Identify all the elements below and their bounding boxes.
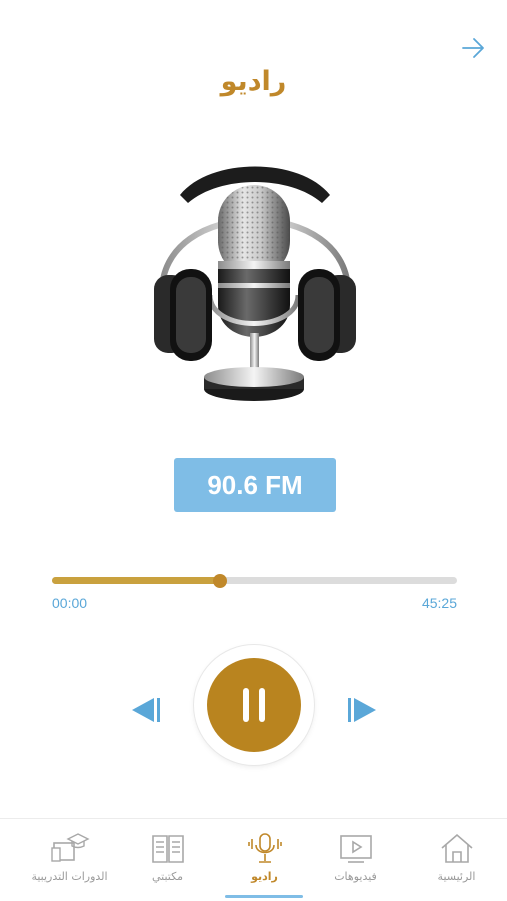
video-icon xyxy=(339,835,372,863)
active-tab-indicator xyxy=(225,895,303,898)
progress-track[interactable] xyxy=(52,573,457,588)
tab-radio[interactable]: راديو xyxy=(214,819,315,901)
microphone-headphones-illustration xyxy=(154,166,356,401)
tab-label: راديو xyxy=(251,870,278,883)
skip-previous-icon xyxy=(132,698,160,722)
back-button[interactable] xyxy=(460,36,486,60)
current-time: 00:00 xyxy=(52,595,88,611)
tab-label: الدورات التدريبية xyxy=(31,870,108,883)
duration-time: 45:25 xyxy=(421,595,457,611)
book-icon xyxy=(151,835,184,863)
tab-label: الرئيسية xyxy=(437,870,476,883)
tab-courses[interactable]: الدورات التدريبية xyxy=(19,819,120,901)
play-pause-button[interactable] xyxy=(194,645,314,765)
frequency-badge: 90.6 FM xyxy=(174,458,336,512)
pause-icon xyxy=(207,658,301,752)
skip-next-icon xyxy=(348,698,376,722)
tab-label: فيديوهات xyxy=(334,870,377,883)
progress-fill xyxy=(52,577,221,584)
tab-label: مكتبتي xyxy=(151,870,184,883)
tab-videos[interactable]: فيديوهات xyxy=(305,819,406,901)
page-title: راديو xyxy=(220,66,287,97)
progress-thumb[interactable] xyxy=(213,573,228,588)
podcast-mic-icon xyxy=(247,833,282,863)
tab-library[interactable]: مكتبتي xyxy=(117,819,218,901)
tab-home[interactable]: الرئيسية xyxy=(406,819,507,901)
arrow-right-icon xyxy=(462,38,484,58)
next-button[interactable] xyxy=(346,696,378,728)
graduation-cap-icon xyxy=(50,833,90,862)
bottom-tab-bar: الرئيسية فيديوهات راديو مكتبتي الدورات ا… xyxy=(0,818,507,901)
home-icon xyxy=(440,833,473,863)
previous-button[interactable] xyxy=(130,696,162,728)
